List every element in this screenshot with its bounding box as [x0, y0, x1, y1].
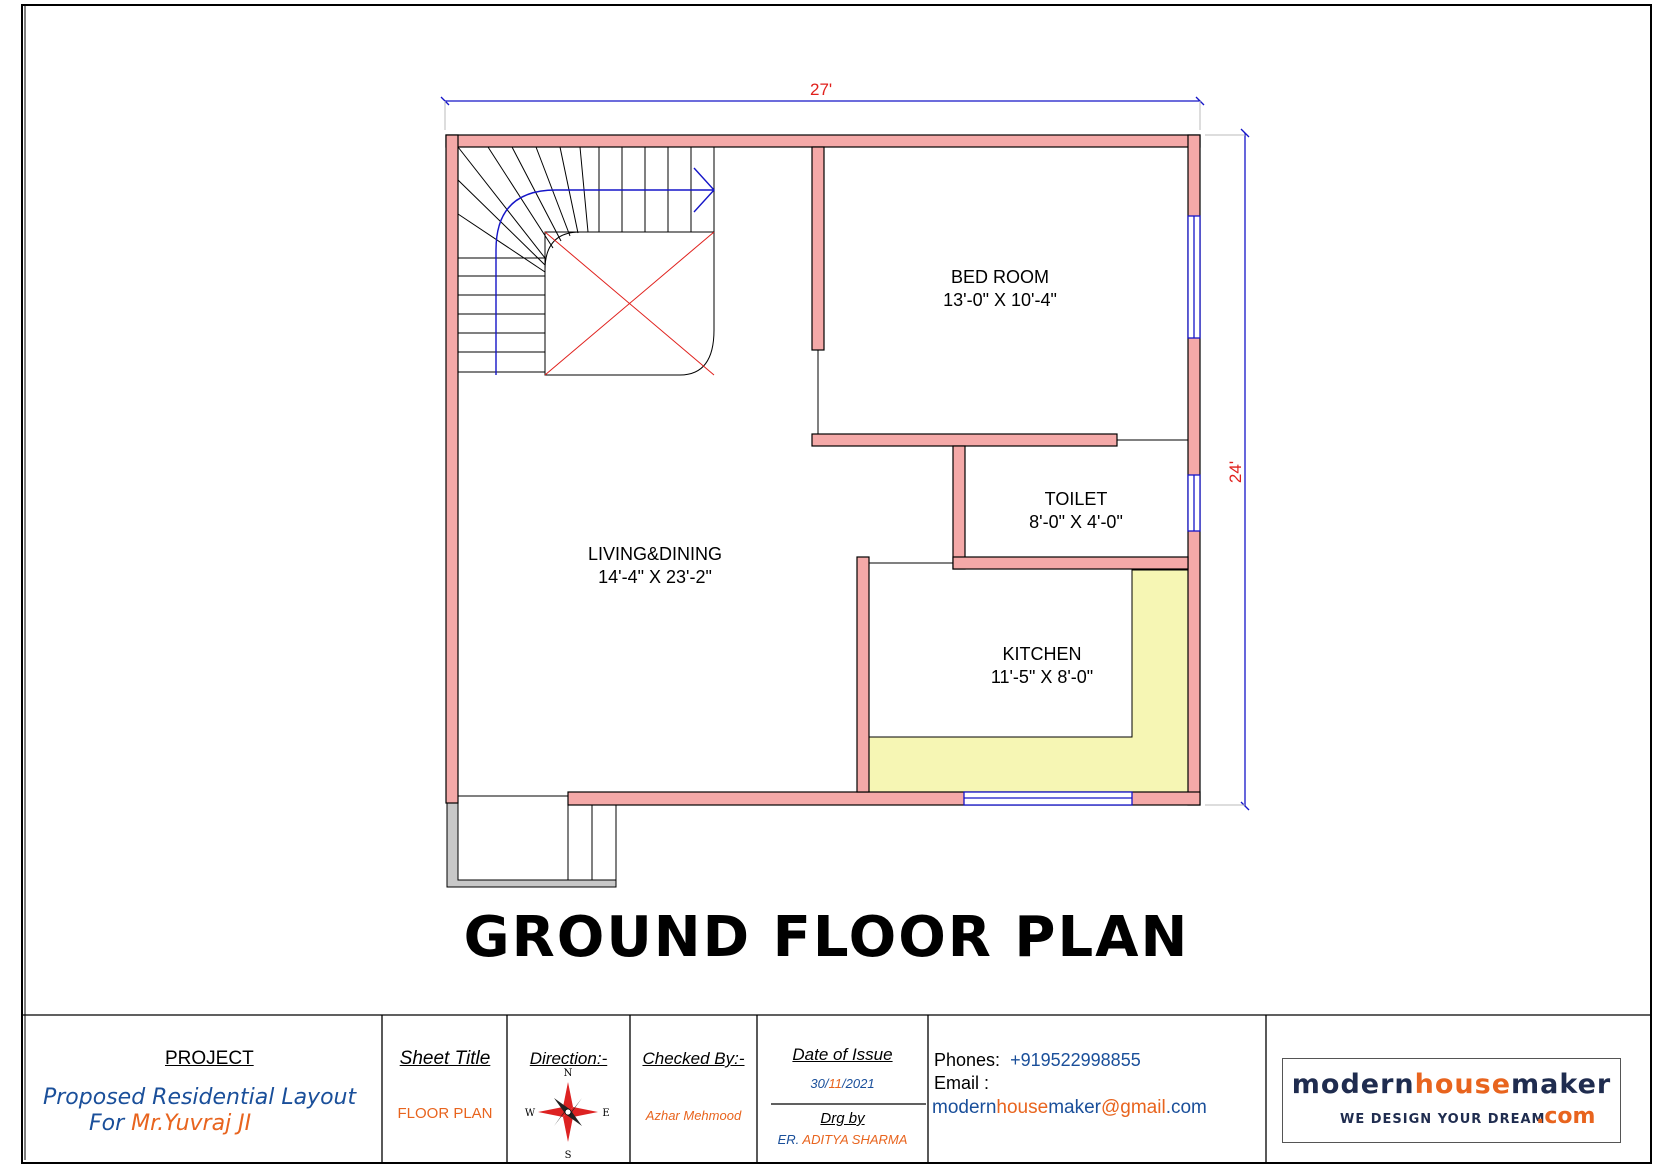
phones-label: Phones: — [934, 1050, 1001, 1070]
checked-by-value: Azhar Mehmood — [645, 1108, 742, 1123]
email-value[interactable]: modernhousemaker@gmail.com — [932, 1097, 1207, 1119]
kitchen-name: KITCHEN — [1002, 644, 1082, 664]
phones-value[interactable]: +919522998855 — [1010, 1050, 1141, 1070]
logo-part-3: maker — [1511, 1069, 1612, 1100]
bedroom-size: 13'-0" X 10'-4" — [943, 290, 1057, 310]
email-part-3: maker — [1048, 1097, 1101, 1118]
email-part-4: @gmail — [1101, 1097, 1166, 1118]
date-year: 2021 — [845, 1076, 875, 1091]
email-label: Email : — [934, 1073, 990, 1093]
svg-text:S: S — [565, 1150, 572, 1161]
logo-part-2: house — [1414, 1069, 1512, 1100]
floor-plan-drawing: N S W E — [21, 4, 1652, 1164]
width-dimension-label: 27' — [810, 80, 833, 99]
date-day: 30 — [810, 1076, 825, 1091]
drawing-title: GROUND FLOOR PLAN — [463, 905, 1190, 970]
svg-text:W: W — [525, 1108, 536, 1119]
date-of-issue-value: 30/11/2021 — [760, 1076, 925, 1091]
sheet-title-label: Sheet Title — [399, 1048, 491, 1069]
living-dining-name: LIVING&DINING — [587, 544, 723, 564]
logo-suffix: .com — [1536, 1104, 1596, 1129]
front-porch — [446, 795, 617, 888]
walls — [445, 134, 1201, 806]
toilet-size: 8'-0" X 4'-0" — [1029, 512, 1123, 532]
logo-tagline: WE DESIGN YOUR DREAM — [1340, 1112, 1546, 1127]
north-compass: N S W E — [525, 1068, 610, 1161]
direction-label: Direction:- — [529, 1049, 608, 1068]
drawn-by-name: ADITYA SHARMA — [802, 1132, 908, 1147]
svg-text:N: N — [564, 1068, 573, 1079]
kitchen-size: 11'-5" X 8'-0" — [990, 667, 1094, 687]
project-client-prefix: For — [89, 1111, 132, 1136]
svg-text:E: E — [602, 1108, 609, 1119]
height-dimension-label: 24' — [1226, 460, 1246, 484]
project-description: Proposed Residential Layout — [43, 1085, 357, 1110]
checked-by-label: Checked By:- — [642, 1049, 745, 1068]
drawn-by-prefix: ER. — [777, 1132, 803, 1147]
email-part-2: house — [996, 1097, 1049, 1118]
date-of-issue-label: Date of Issue — [792, 1045, 893, 1064]
bedroom-name: BED ROOM — [950, 267, 1049, 287]
project-label: PROJECT — [165, 1048, 254, 1069]
logo-wordmark: modernhousemaker — [1283, 1069, 1620, 1100]
project-client-line: For Mr.Yuvraj JI — [89, 1111, 251, 1136]
drawn-by-value: ER. ADITYA SHARMA — [760, 1132, 925, 1147]
project-client-name: Mr.Yuvraj JI — [131, 1111, 252, 1136]
company-logo: modernhousemaker WE DESIGN YOUR DREAM .c… — [1282, 1058, 1621, 1143]
drawn-by-label: Drg by — [820, 1110, 865, 1127]
sheet-title-value: FLOOR PLAN — [397, 1105, 493, 1122]
sheet-border — [21, 4, 1652, 1164]
living-dining-size: 14'-4" X 23'-2" — [598, 567, 712, 587]
email-part-1: modern — [932, 1097, 997, 1118]
email-part-5: .com — [1165, 1097, 1207, 1118]
phones-line: Phones: +919522998855 — [934, 1050, 1141, 1071]
staircase — [457, 146, 715, 376]
date-month: 11 — [828, 1076, 843, 1091]
logo-part-1: modern — [1291, 1069, 1415, 1100]
toilet-name: TOILET — [1044, 489, 1108, 509]
